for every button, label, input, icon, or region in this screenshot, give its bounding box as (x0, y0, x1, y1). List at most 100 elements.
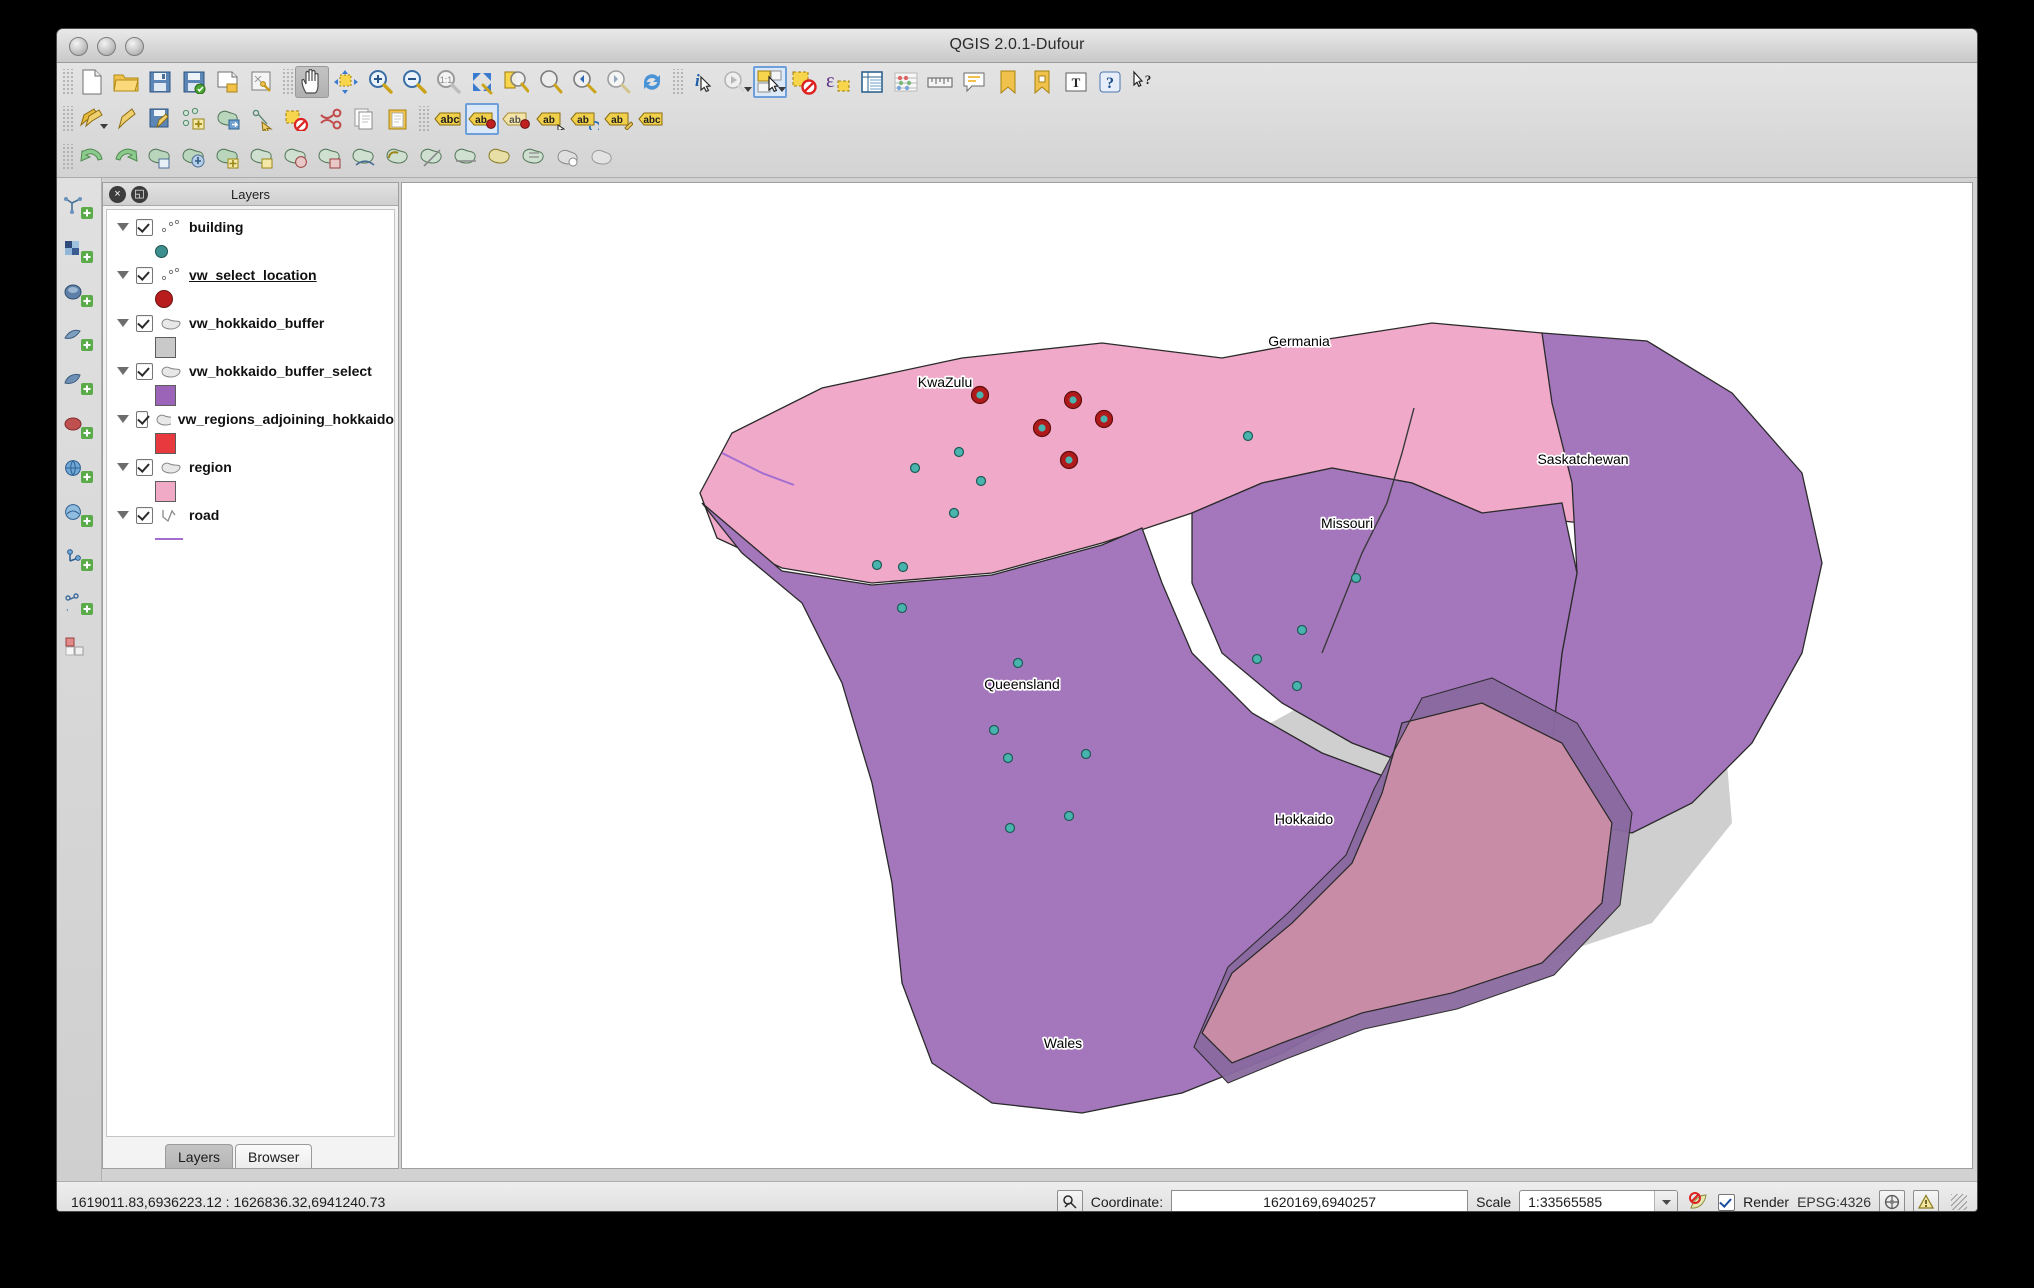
pan-map-icon[interactable] (295, 66, 329, 98)
add-feature-point-icon[interactable] (177, 103, 211, 135)
coordinate-input[interactable]: 1620169,6940257 (1171, 1189, 1469, 1211)
delete-selected-icon[interactable] (313, 103, 347, 135)
zoom-next-icon[interactable] (601, 66, 635, 98)
expand-collapse-icon[interactable] (117, 463, 129, 471)
pin-labels-icon[interactable]: ab (465, 103, 499, 135)
zoom-last-icon[interactable] (567, 66, 601, 98)
new-print-composer-icon[interactable] (211, 66, 245, 98)
map-canvas[interactable]: KwaZulu Germania Saskatchewan Missouri Q… (401, 182, 1973, 1169)
new-project-icon[interactable] (75, 66, 109, 98)
rotate-point-symbols-icon[interactable] (551, 141, 585, 173)
layer-visibility-checkbox[interactable] (136, 362, 153, 380)
chevron-down-icon[interactable] (744, 87, 752, 92)
refresh-icon[interactable] (635, 66, 669, 98)
window-resize-grip[interactable] (1951, 1194, 1967, 1210)
layer-row-vw-hokkaido-buffer[interactable]: vw_hokkaido_buffer (107, 310, 394, 336)
add-wms-layer-icon[interactable] (62, 458, 96, 486)
statistics-icon[interactable] (889, 66, 923, 98)
move-label-icon[interactable]: ab (533, 103, 567, 135)
open-project-icon[interactable] (109, 66, 143, 98)
toolbar-grip[interactable] (671, 69, 683, 95)
move-feature-icon[interactable] (245, 103, 279, 135)
tab-browser[interactable]: Browser (235, 1144, 313, 1168)
chevron-down-icon[interactable] (1654, 1190, 1678, 1211)
text-annotation-icon[interactable]: T (1059, 66, 1093, 98)
composer-manager-icon[interactable] (245, 66, 279, 98)
layer-row-vw-select-location[interactable]: vw_select_location (107, 262, 394, 288)
merge-features-icon[interactable] (483, 141, 517, 173)
fill-ring-icon[interactable] (245, 141, 279, 173)
add-raster-layer-icon[interactable] (62, 238, 96, 266)
add-spatialite-layer-icon[interactable] (62, 326, 96, 354)
show-bookmarks-icon[interactable] (1025, 66, 1059, 98)
add-postgis-layer-icon[interactable] (62, 282, 96, 310)
layer-visibility-checkbox[interactable] (136, 506, 153, 524)
rotate-label-icon[interactable]: ab (567, 103, 601, 135)
messages-log-icon[interactable] (1913, 1190, 1939, 1211)
toolbar-grip[interactable] (61, 69, 73, 95)
help-icon[interactable]: ? (1093, 66, 1127, 98)
select-features-icon[interactable] (753, 66, 787, 98)
layer-visibility-checkbox[interactable] (136, 458, 153, 476)
redo-icon[interactable] (109, 141, 143, 173)
map-tips-icon[interactable] (957, 66, 991, 98)
copy-features-icon[interactable] (347, 103, 381, 135)
identify-features-icon[interactable]: i (685, 66, 719, 98)
expand-collapse-icon[interactable] (117, 271, 129, 279)
measure-line-icon[interactable] (923, 66, 957, 98)
paste-features-icon[interactable] (381, 103, 415, 135)
new-bookmark-icon[interactable] (991, 66, 1025, 98)
layer-row-vw-regions-adjoining-hokkaido[interactable]: vw_regions_adjoining_hokkaido (107, 406, 394, 432)
delete-ring-icon[interactable] (279, 141, 313, 173)
undo-icon[interactable] (75, 141, 109, 173)
save-layer-edits-icon[interactable] (143, 103, 177, 135)
layer-tree[interactable]: building vw_select_location vw_hokkaido_… (106, 209, 395, 1137)
run-feature-action-icon[interactable] (719, 66, 753, 98)
open-attribute-table-icon[interactable] (855, 66, 889, 98)
deselect-features-icon[interactable] (787, 66, 821, 98)
chevron-down-icon[interactable] (778, 87, 786, 92)
chevron-down-icon[interactable] (100, 124, 108, 129)
render-checkbox[interactable] (1718, 1193, 1736, 1211)
add-oracle-layer-icon[interactable] (62, 414, 96, 442)
save-project-as-icon[interactable] (177, 66, 211, 98)
split-parts-icon[interactable] (449, 141, 483, 173)
add-wcs-layer-icon[interactable] (62, 502, 96, 530)
toolbar-grip[interactable] (281, 69, 293, 95)
offset-curve-icon[interactable] (381, 141, 415, 173)
show-hide-labels-icon[interactable]: ab (499, 103, 533, 135)
simplify-feature-icon[interactable] (143, 141, 177, 173)
reshape-features-icon[interactable] (347, 141, 381, 173)
zoom-full-icon[interactable] (465, 66, 499, 98)
expand-collapse-icon[interactable] (117, 511, 129, 519)
whats-this-icon[interactable]: ? (1127, 66, 1161, 98)
label-properties-icon[interactable]: abc (635, 103, 669, 135)
new-shapefile-layer-icon[interactable] (62, 634, 96, 662)
save-project-icon[interactable] (143, 66, 177, 98)
zoom-out-icon[interactable] (397, 66, 431, 98)
layer-row-road[interactable]: road (107, 502, 394, 528)
crs-status-icon[interactable] (1879, 1190, 1905, 1211)
layer-visibility-checkbox[interactable] (136, 266, 153, 284)
layer-visibility-checkbox[interactable] (136, 218, 153, 236)
layer-visibility-checkbox[interactable] (136, 314, 153, 332)
add-feature-polygon-icon[interactable] (211, 103, 245, 135)
zoom-in-icon[interactable] (363, 66, 397, 98)
zoom-actual-size-icon[interactable]: 1:1 (431, 66, 465, 98)
zoom-to-selection-icon[interactable] (499, 66, 533, 98)
delete-part-icon[interactable] (313, 141, 347, 173)
add-mssql-layer-icon[interactable] (62, 370, 96, 398)
toolbar-grip[interactable] (61, 144, 73, 170)
stop-render-icon[interactable] (1686, 1191, 1710, 1211)
current-edits-icon[interactable] (109, 103, 143, 135)
pan-to-selection-icon[interactable] (329, 66, 363, 98)
select-by-expression-icon[interactable]: ε (821, 66, 855, 98)
layer-row-building[interactable]: building (107, 214, 394, 240)
add-vector-layer-icon[interactable] (62, 194, 96, 222)
add-ring-icon[interactable] (177, 141, 211, 173)
layer-row-vw-hokkaido-buffer-select[interactable]: vw_hokkaido_buffer_select (107, 358, 394, 384)
add-wfs-layer-icon[interactable] (62, 546, 96, 574)
float-panel-icon[interactable]: ◱ (131, 185, 148, 203)
merge-attributes-icon[interactable] (517, 141, 551, 173)
scale-combobox[interactable]: 1:33565585 (1519, 1189, 1679, 1211)
